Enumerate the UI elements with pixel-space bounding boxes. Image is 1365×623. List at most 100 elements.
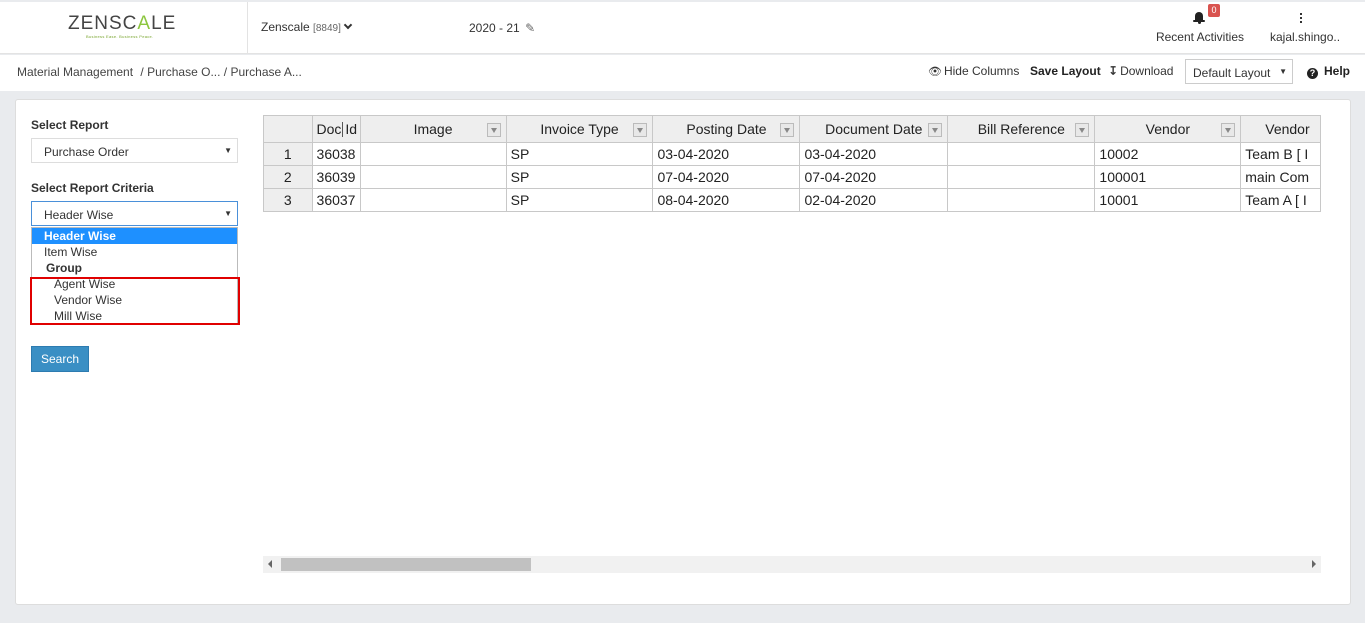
breadcrumb-level1[interactable]: / Purchase O...: [140, 65, 220, 79]
column-header-document-date-label: Document Date: [825, 121, 923, 137]
report-criteria-select-value: Header Wise: [44, 208, 114, 222]
chevron-down-icon: [343, 20, 353, 30]
column-header-image-label: Image: [413, 121, 453, 137]
bell-icon: [1193, 12, 1205, 24]
edit-icon[interactable]: ✎: [525, 21, 535, 35]
hide-columns-button[interactable]: 👁 Hide Columns: [928, 64, 1019, 78]
search-button[interactable]: Search: [31, 346, 89, 372]
cell-document-date: 03-04-2020: [799, 142, 949, 166]
row-number: 1: [263, 142, 313, 166]
option-item-wise[interactable]: Item Wise: [32, 244, 237, 260]
cell-vendor: 100001: [1094, 165, 1242, 189]
cell-image: [359, 165, 507, 189]
filter-icon[interactable]: [928, 123, 943, 137]
fiscal-year-selector[interactable]: 2020 - 21 ✎: [469, 21, 535, 35]
logo-text-prefix: ZENSC: [68, 13, 138, 34]
report-table: Doc Id Image Invoice Type Posting Date D…: [263, 115, 1321, 212]
download-button[interactable]: ↧ Download: [1108, 64, 1173, 78]
column-header-rownum: [263, 115, 313, 143]
cell-doc-id: 36039: [311, 165, 361, 189]
cell-image: [359, 188, 507, 212]
caret-down-icon: ▼: [224, 146, 232, 155]
table-row[interactable]: 1 36038 SP 03-04-2020 03-04-2020 10002 T…: [263, 142, 1321, 166]
scrollbar-thumb[interactable]: [281, 558, 531, 571]
cell-vendor-name: Team A [ I: [1240, 188, 1321, 212]
company-code: [8849]: [313, 23, 341, 34]
cell-posting-date: 03-04-2020: [652, 142, 801, 166]
column-header-vendor-name[interactable]: Vendor: [1240, 115, 1321, 143]
user-menu[interactable]: kajal.shingo..: [1262, 2, 1342, 52]
column-header-bill-reference-label: Bill Reference: [977, 121, 1065, 137]
save-layout-button[interactable]: Save Layout: [1030, 64, 1101, 78]
company-name: Zenscale: [261, 20, 310, 34]
scroll-left-arrow-icon[interactable]: [268, 560, 272, 568]
column-header-invoice-type-label: Invoice Type: [540, 121, 619, 137]
cell-invoice-type: SP: [505, 142, 654, 166]
row-number: 2: [263, 165, 313, 189]
column-header-doc-id[interactable]: Doc Id: [311, 115, 361, 143]
kebab-menu-icon: [1300, 13, 1303, 23]
cell-bill-reference: [947, 165, 1096, 189]
filter-icon[interactable]: [486, 123, 501, 137]
column-header-vendor[interactable]: Vendor: [1094, 115, 1242, 143]
option-group-heading: Group: [46, 261, 82, 275]
breadcrumb-level2[interactable]: / Purchase A...: [224, 65, 302, 79]
breadcrumb-root[interactable]: Material Management: [17, 65, 133, 79]
eye-slash-icon: 👁: [928, 66, 942, 78]
logo-tagline: Business Ease. Business Peace.: [86, 34, 154, 39]
cell-bill-reference: [947, 188, 1096, 212]
cell-invoice-type: SP: [505, 165, 654, 189]
recent-activities-button[interactable]: 0 Recent Activities: [1150, 2, 1250, 52]
column-header-vendor-name-label: Vendor: [1265, 121, 1310, 137]
recent-activities-label: Recent Activities: [1155, 30, 1245, 44]
horizontal-scrollbar[interactable]: [263, 556, 1321, 573]
notification-badge: 0: [1208, 4, 1220, 17]
report-select-value: Purchase Order: [44, 145, 129, 159]
report-panel: Select Report Purchase Order ▼ Select Re…: [15, 99, 1351, 605]
row-number: 3: [263, 188, 313, 212]
filter-icon[interactable]: [1221, 123, 1236, 137]
column-header-vendor-label: Vendor: [1145, 121, 1191, 137]
help-label: Help: [1324, 64, 1351, 78]
filter-icon[interactable]: [633, 123, 648, 137]
company-selector[interactable]: Zenscale [8849]: [261, 20, 353, 34]
hide-columns-label: Hide Columns: [943, 64, 1020, 78]
report-grid: Doc Id Image Invoice Type Posting Date D…: [263, 115, 1321, 213]
select-report-criteria-label: Select Report Criteria: [31, 181, 154, 195]
report-criteria-select[interactable]: Header Wise ▼: [31, 201, 238, 226]
cell-vendor-name: main Com: [1240, 165, 1321, 189]
layout-select[interactable]: Default Layout ▼: [1185, 59, 1293, 84]
cell-bill-reference: [947, 142, 1096, 166]
report-select[interactable]: Purchase Order ▼: [31, 138, 238, 163]
download-label: Download: [1120, 64, 1174, 78]
column-header-image[interactable]: Image: [359, 115, 507, 143]
zenscale-logo[interactable]: ZENSCALE: [68, 13, 176, 35]
layout-select-value: Default Layout: [1193, 66, 1271, 80]
table-row[interactable]: 2 36039 SP 07-04-2020 07-04-2020 100001 …: [263, 165, 1321, 189]
select-report-label: Select Report: [31, 118, 109, 132]
logo-text-suffix: LE: [151, 13, 177, 34]
cell-posting-date: 08-04-2020: [652, 188, 801, 212]
option-header-wise[interactable]: Header Wise: [32, 228, 237, 244]
help-icon: ?: [1307, 68, 1318, 79]
cell-vendor: 10002: [1094, 142, 1242, 166]
column-resize-handle[interactable]: [341, 122, 343, 137]
caret-down-icon: ▼: [1279, 67, 1287, 76]
column-header-doc-id-label: Doc Id: [316, 121, 357, 137]
logo-text-accent: A: [137, 13, 152, 34]
column-header-document-date[interactable]: Document Date: [799, 115, 949, 143]
column-header-posting-date[interactable]: Posting Date: [652, 115, 801, 143]
breadcrumb: Material Management / Purchase O... / Pu…: [17, 65, 302, 79]
table-row[interactable]: 3 36037 SP 08-04-2020 02-04-2020 10001 T…: [263, 188, 1321, 212]
cell-posting-date: 07-04-2020: [652, 165, 801, 189]
cell-vendor: 10001: [1094, 188, 1242, 212]
table-header-row: Doc Id Image Invoice Type Posting Date D…: [263, 115, 1321, 143]
filter-icon[interactable]: [1075, 123, 1090, 137]
column-header-invoice-type[interactable]: Invoice Type: [505, 115, 654, 143]
help-button[interactable]: ? Help: [1307, 64, 1350, 79]
breadcrumb-toolbar: Material Management / Purchase O... / Pu…: [0, 55, 1365, 91]
top-header: ZENSCALE Business Ease. Business Peace. …: [0, 2, 1365, 54]
scroll-right-arrow-icon[interactable]: [1312, 560, 1316, 568]
column-header-bill-reference[interactable]: Bill Reference: [947, 115, 1096, 143]
filter-icon[interactable]: [780, 123, 795, 137]
